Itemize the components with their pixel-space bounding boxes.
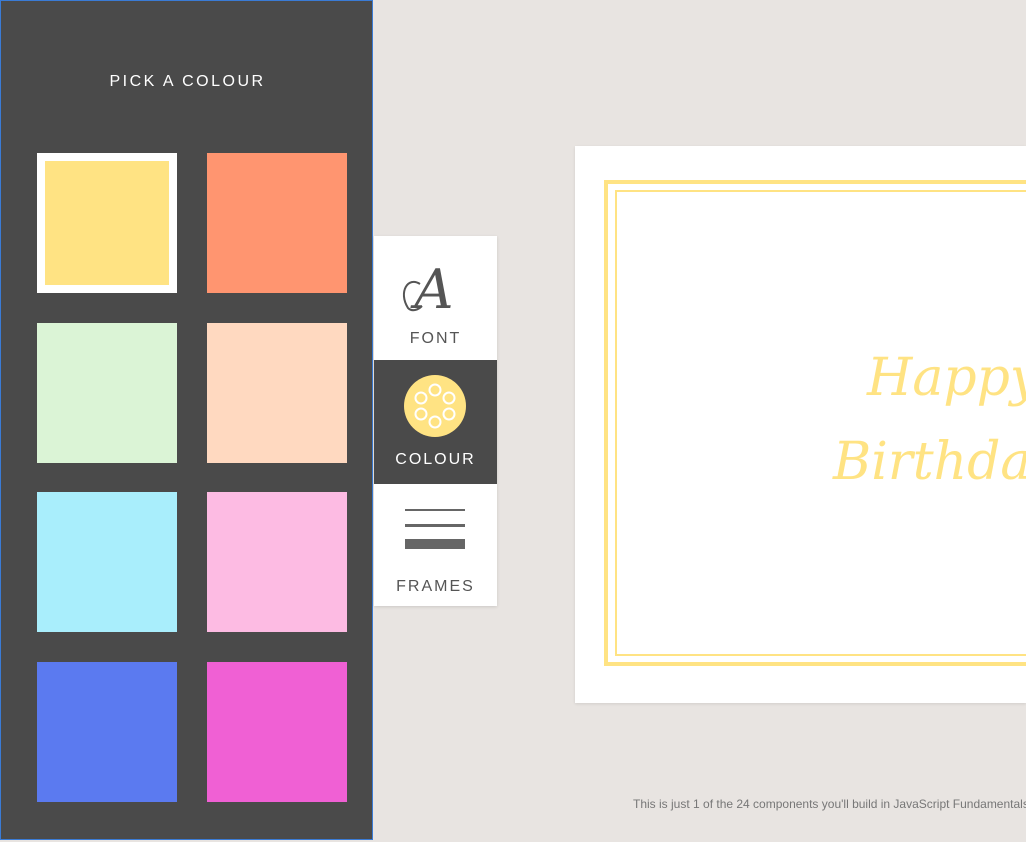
swatch-peach[interactable] bbox=[207, 323, 347, 463]
frames-tool-label: FRAMES bbox=[396, 578, 475, 595]
swatch-light-blue[interactable] bbox=[37, 492, 177, 632]
footer-note: This is just 1 of the 24 components you'… bbox=[633, 797, 1026, 811]
tool-menu: A FONT COLOUR FRAMES bbox=[374, 236, 497, 606]
swatch-pink[interactable] bbox=[207, 492, 347, 632]
colour-tool-button[interactable]: COLOUR bbox=[374, 360, 497, 484]
swatch-magenta[interactable] bbox=[207, 662, 347, 802]
card-frame-inner bbox=[615, 190, 1026, 656]
swatch-yellow[interactable] bbox=[37, 153, 177, 293]
card-preview: Happy Birthday bbox=[575, 146, 1026, 703]
font-tool-label: FONT bbox=[409, 330, 462, 347]
frames-icon bbox=[405, 509, 465, 549]
frames-tool-button[interactable]: FRAMES bbox=[374, 484, 497, 606]
colour-tool-label: COLOUR bbox=[395, 451, 476, 468]
font-icon: A bbox=[402, 258, 454, 321]
swatch-orange[interactable] bbox=[207, 153, 347, 293]
palette-icon bbox=[404, 375, 466, 437]
colour-picker-panel: PICK A COLOUR bbox=[0, 0, 373, 840]
font-tool-button[interactable]: A FONT bbox=[374, 236, 497, 360]
card-text-birthday: Birthday bbox=[833, 432, 1026, 492]
swatch-light-green[interactable] bbox=[37, 323, 177, 463]
svg-text:A: A bbox=[410, 258, 454, 321]
panel-title: PICK A COLOUR bbox=[109, 73, 266, 90]
card-text-happy: Happy bbox=[867, 348, 1026, 408]
swatch-blue[interactable] bbox=[37, 662, 177, 802]
